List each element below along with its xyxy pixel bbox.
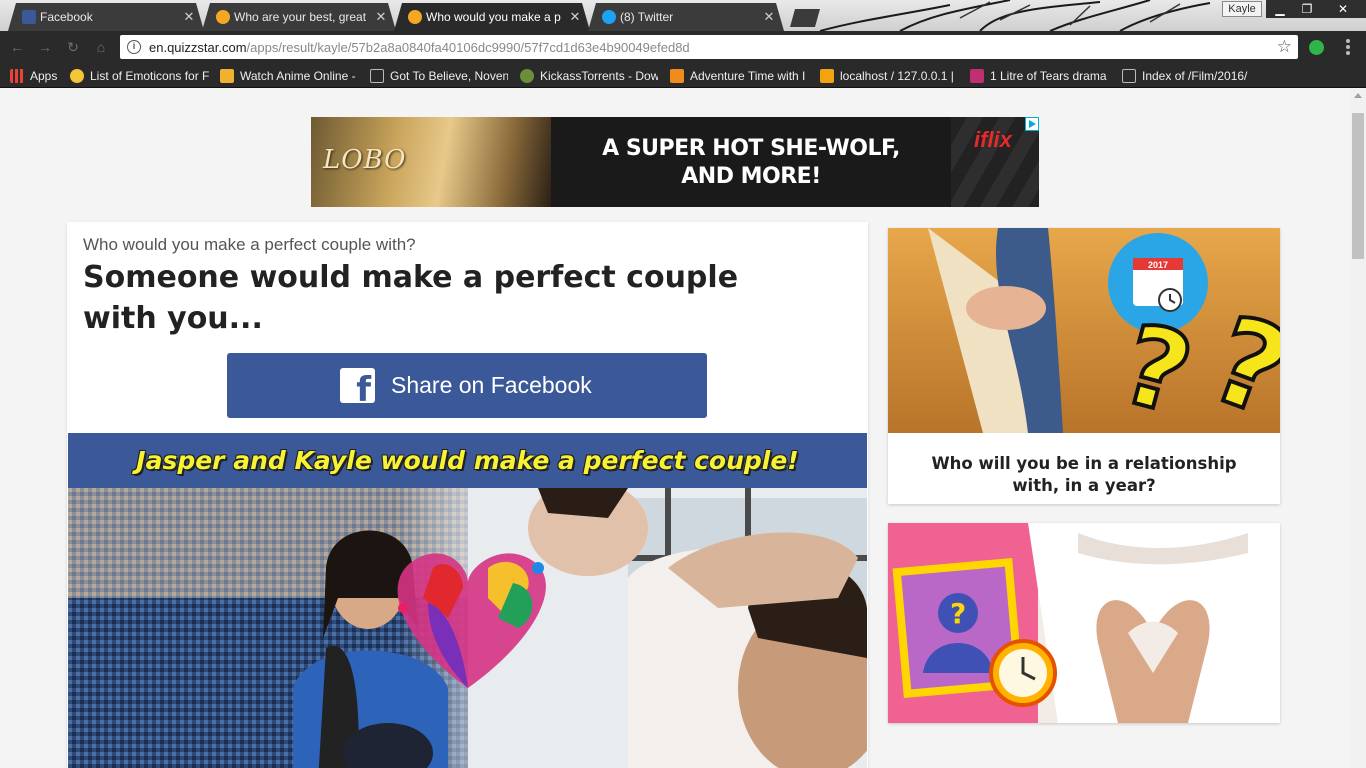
bookmark-label: localhost / 127.0.0.1 | xyxy=(840,69,954,83)
quiz-question: Who would you make a perfect couple with… xyxy=(83,235,416,254)
restore-icon[interactable]: ❐ xyxy=(1294,0,1320,18)
url-path: /apps/result/kayle/57b2a8a0840fa40106dc9… xyxy=(246,39,690,55)
page-icon xyxy=(1122,69,1136,83)
close-icon[interactable]: ✕ xyxy=(182,9,196,25)
tab-strip: Facebook ✕ Who are your best, great ✕ Wh… xyxy=(0,0,1366,31)
couple-calendar-illustration: 2017 ? ? xyxy=(888,228,1280,447)
bookmark-localhost[interactable]: localhost / 127.0.0.1 | xyxy=(820,68,958,84)
bookmark-emoticons[interactable]: List of Emoticons for F xyxy=(70,68,210,84)
close-icon[interactable]: ✕ xyxy=(568,9,582,25)
result-couple-photo xyxy=(68,488,867,768)
close-icon[interactable]: ✕ xyxy=(762,9,776,25)
bookmark-label: List of Emoticons for F xyxy=(90,69,210,83)
facebook-icon xyxy=(22,10,36,24)
ad-show-logo: LOBO xyxy=(323,145,407,175)
bookmark-anime[interactable]: Watch Anime Online - xyxy=(220,68,360,84)
related-quiz-image: 2017 ? ? xyxy=(888,228,1280,447)
bookmark-got-to-believe[interactable]: Got To Believe, Noven xyxy=(370,68,508,84)
adchoices-icon[interactable] xyxy=(1025,117,1039,131)
bookmark-label: Index of /Film/2016/ xyxy=(1142,69,1248,83)
browser-menu-icon[interactable] xyxy=(1346,39,1350,55)
twitter-icon xyxy=(602,10,616,24)
forward-arrow-icon[interactable]: → xyxy=(36,39,54,55)
couple-photo-illustration xyxy=(68,488,867,768)
minimize-icon[interactable]: ▁ xyxy=(1266,0,1294,18)
address-bar[interactable]: i en.quizzstar.com/apps/result/kayle/57b… xyxy=(120,35,1298,59)
k-logo-icon xyxy=(670,69,684,83)
ad-brand-logo: iflix xyxy=(974,127,1012,152)
tab-title: Who would you make a p xyxy=(426,10,561,24)
page-content: LOBO A SUPER HOT SHE-WOLF, AND MORE! ifl… xyxy=(0,89,1350,768)
tab-title: Facebook xyxy=(40,10,93,24)
reload-icon[interactable]: ↻ xyxy=(64,39,82,55)
result-title: Someone would make a perfect couple with… xyxy=(83,260,739,336)
result-banner-text: Jasper and Kayle would make a perfect co… xyxy=(136,446,799,475)
kickass-icon xyxy=(520,69,534,83)
bookmark-label: KickassTorrents - Dow xyxy=(540,69,658,83)
related-quiz-card[interactable]: 2017 ? ? Who will you be in a relationsh… xyxy=(888,228,1280,504)
tab-twitter[interactable]: (8) Twitter ✕ xyxy=(588,3,784,31)
bookmark-kickass[interactable]: KickassTorrents - Dow xyxy=(520,68,658,84)
phpmyadmin-icon xyxy=(820,69,834,83)
ad-headline-line1: A SUPER HOT SHE-WOLF, xyxy=(602,136,900,161)
related-quiz-card[interactable]: ? xyxy=(888,523,1280,723)
tab-quiz-best[interactable]: Who are your best, great ✕ xyxy=(202,3,396,31)
ad-banner[interactable]: LOBO A SUPER HOT SHE-WOLF, AND MORE! ifl… xyxy=(311,117,1039,207)
tab-title: Who are your best, great xyxy=(234,10,367,24)
anime-icon xyxy=(220,69,234,83)
related-quiz-image: ? xyxy=(888,523,1280,723)
page-scrollbar[interactable] xyxy=(1350,89,1366,768)
close-icon[interactable]: ✕ xyxy=(374,9,388,25)
wedding-hands-illustration: ? xyxy=(888,523,1280,723)
new-tab-button[interactable] xyxy=(790,9,820,27)
tab-quiz-couple[interactable]: Who would you make a p ✕ xyxy=(394,3,590,31)
bookmark-label: Watch Anime Online - xyxy=(240,69,356,83)
bookmark-label: Got To Believe, Noven xyxy=(390,69,508,83)
scrollbar-thumb[interactable] xyxy=(1352,113,1364,259)
bookmark-label: Apps xyxy=(30,69,58,83)
close-window-icon[interactable]: ✕ xyxy=(1320,0,1366,18)
url-host: en.quizzstar.com xyxy=(149,39,247,55)
facebook-icon: f xyxy=(340,368,375,407)
bookmark-label: Adventure Time with I xyxy=(690,69,806,83)
result-banner: Jasper and Kayle would make a perfect co… xyxy=(68,433,867,488)
bookmark-litre-of-tears[interactable]: 1 Litre of Tears drama xyxy=(970,68,1110,84)
info-icon[interactable]: i xyxy=(127,40,141,54)
tab-title: (8) Twitter xyxy=(620,10,674,24)
ad-headline: A SUPER HOT SHE-WOLF, AND MORE! xyxy=(586,135,916,191)
result-card: Who would you make a perfect couple with… xyxy=(67,222,868,768)
extension-icon[interactable] xyxy=(1309,40,1324,55)
profile-button[interactable]: Kayle xyxy=(1222,1,1262,17)
browser-toolbar: ← → ↻ ⌂ i en.quizzstar.com/apps/result/k… xyxy=(0,31,1366,63)
scroll-up-arrow-icon[interactable] xyxy=(1354,93,1362,98)
bookmark-index-film[interactable]: Index of /Film/2016/ xyxy=(1122,68,1262,84)
emoticon-icon xyxy=(70,69,84,83)
tab-facebook[interactable]: Facebook ✕ xyxy=(8,3,204,31)
bookmark-apps[interactable]: Apps xyxy=(10,68,57,84)
k-logo-icon xyxy=(970,69,984,83)
svg-text:?: ? xyxy=(950,597,966,630)
ad-headline-line2: AND MORE! xyxy=(681,164,821,189)
related-quiz-title: Who will you be in a relationship with, … xyxy=(931,454,1237,495)
bookmarks-bar: Apps List of Emoticons for F Watch Anime… xyxy=(0,63,1366,88)
share-facebook-button[interactable]: f Share on Facebook xyxy=(227,353,707,418)
back-arrow-icon[interactable]: ← xyxy=(8,39,26,55)
page-icon xyxy=(370,69,384,83)
bookmark-adventure-time[interactable]: Adventure Time with I xyxy=(670,68,808,84)
bookmark-star-icon[interactable]: ☆ xyxy=(1277,37,1292,57)
bookmark-label: 1 Litre of Tears drama xyxy=(990,69,1107,83)
apps-grid-icon xyxy=(10,69,24,83)
quizzstar-icon xyxy=(408,10,422,24)
quizzstar-icon xyxy=(216,10,230,24)
calendar-year: 2017 xyxy=(1148,260,1168,270)
home-icon[interactable]: ⌂ xyxy=(92,39,110,55)
share-button-label: Share on Facebook xyxy=(391,372,592,398)
